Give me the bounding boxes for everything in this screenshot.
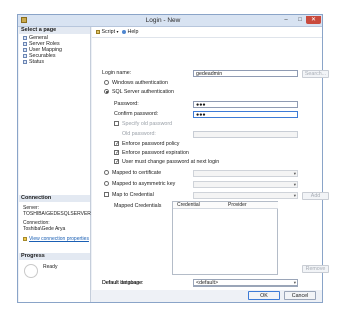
chevron-down-icon: ▾ [293, 280, 296, 285]
select-page-header: Select a page [19, 27, 90, 34]
chevron-down-icon: ▾ [293, 171, 296, 176]
windows-auth-label: Windows authentication [112, 80, 168, 86]
grid-col-provider: Provider [228, 202, 247, 208]
progress-status: Ready [43, 264, 58, 270]
mapped-asymmetric-key-label: Mapped to asymmetric key [112, 181, 176, 187]
mapped-certificate-radio[interactable] [104, 170, 109, 175]
page-icon [23, 36, 27, 40]
mapped-credentials-grid[interactable]: Credential Provider [172, 201, 278, 275]
remove-credential-button[interactable]: Remove [302, 265, 329, 273]
must-change-checkbox[interactable] [114, 159, 120, 164]
must-change-label: User must change password at next login [122, 159, 220, 165]
chevron-down-icon: ▾ [293, 193, 296, 198]
old-password-input[interactable] [193, 131, 298, 138]
password-input[interactable]: ●●● [193, 101, 298, 108]
password-label: Password: [114, 101, 139, 107]
enforce-policy-checkbox[interactable] [114, 141, 120, 146]
progress-spinner-icon [24, 264, 38, 278]
close-button[interactable]: ✕ [306, 16, 321, 24]
server-value: TOSHIBA\GEDESQLSERVER [23, 211, 91, 217]
window-title: Login - New [145, 17, 181, 24]
login-name-input[interactable]: gedeadmin [193, 70, 298, 77]
page-status[interactable]: Status [23, 59, 44, 65]
map-credential-checkbox[interactable] [104, 192, 109, 197]
connection-value: Toshiba\Gede Arya [23, 226, 66, 232]
minimize-button[interactable]: – [280, 16, 292, 24]
grid-col-credential: Credential [177, 202, 200, 208]
page-icon [23, 60, 27, 64]
script-icon [96, 30, 100, 34]
old-password-label: Old password: [122, 131, 156, 137]
default-language-dropdown[interactable]: <default> ▾ [193, 279, 298, 286]
view-connection-properties-link[interactable]: View connection properties [29, 236, 89, 242]
maximize-button[interactable]: □ [294, 16, 306, 24]
login-name-label: Login name: [102, 70, 132, 76]
asymmetric-key-dropdown[interactable]: ▾ [193, 181, 298, 188]
mapped-asymmetric-key-radio[interactable] [104, 181, 109, 186]
help-icon [122, 30, 126, 34]
map-credential-label: Map to Credential [112, 192, 154, 198]
chevron-down-icon: ▾ [116, 29, 119, 34]
script-button[interactable]: Script ▾ [96, 29, 119, 35]
specify-old-password-checkbox[interactable] [114, 121, 119, 126]
toolbar: Script ▾ Help [92, 27, 322, 38]
confirm-password-input[interactable]: ●●● [193, 111, 298, 118]
enforce-expiration-label: Enforce password expiration [122, 150, 189, 156]
help-label: Help [127, 29, 139, 35]
mapped-certificate-label: Mapped to certificate [112, 170, 162, 176]
page-icon [23, 42, 27, 46]
connection-header: Connection [19, 195, 90, 202]
general-page: Script ▾ Help Login name: gedeadmin Sear… [92, 27, 329, 290]
credential-dropdown[interactable]: ▾ [193, 192, 298, 199]
left-panel: Select a page General Server Roles User … [19, 27, 91, 302]
default-language-value: <default> [196, 280, 219, 286]
page-label: Status [29, 59, 45, 65]
windows-auth-radio[interactable] [104, 80, 109, 85]
mapped-credentials-label: Mapped Credentials [114, 203, 162, 209]
enforce-expiration-checkbox[interactable] [114, 150, 120, 155]
add-credential-button[interactable]: Add [302, 192, 329, 200]
sql-auth-label: SQL Server authentication [112, 89, 174, 95]
enforce-policy-label: Enforce password policy [122, 141, 180, 147]
ok-button[interactable]: OK [248, 291, 280, 300]
confirm-password-label: Confirm password: [114, 111, 159, 117]
script-label: Script [101, 29, 116, 35]
connection-properties-icon [23, 237, 27, 241]
page-icon [23, 54, 27, 58]
specify-old-password-label: Specify old password [122, 121, 173, 127]
default-language-label: Default language: [102, 280, 144, 286]
chevron-down-icon: ▾ [293, 182, 296, 187]
title-bar: Login - New – □ ✕ [18, 15, 322, 27]
certificate-dropdown[interactable]: ▾ [193, 170, 298, 177]
grid-header: Credential Provider [173, 202, 278, 209]
login-new-dialog: Login - New – □ ✕ Select a page General … [17, 14, 329, 303]
progress-header: Progress [19, 253, 90, 260]
page-icon [23, 48, 27, 52]
help-button[interactable]: Help [122, 29, 138, 35]
cancel-button[interactable]: Cancel [284, 291, 316, 300]
search-button[interactable]: Search... [302, 70, 329, 78]
sql-auth-radio[interactable] [104, 89, 109, 94]
